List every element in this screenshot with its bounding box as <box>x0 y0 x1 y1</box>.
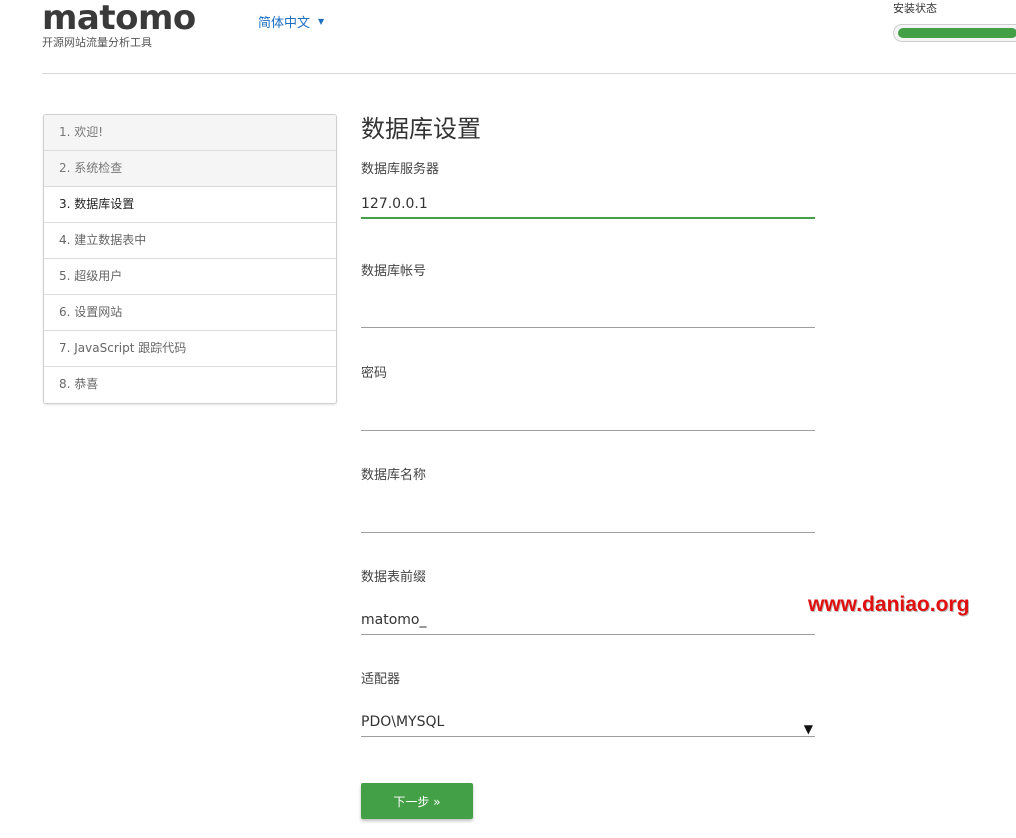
language-selector[interactable]: 简体中文 ▼ <box>258 12 324 31</box>
db-host-input[interactable]: 127.0.0.1 <box>361 189 815 219</box>
db-name-field: 数据库名称 <box>361 468 815 533</box>
install-progress-bar <box>893 24 1016 42</box>
adapter-select[interactable]: PDO\MYSQL ▼ <box>361 707 815 737</box>
dropdown-arrow-icon: ▼ <box>803 722 813 736</box>
install-progress-fill <box>898 28 1016 38</box>
db-name-input[interactable] <box>361 503 815 533</box>
install-status: 安装状态 <box>893 2 1016 42</box>
table-prefix-input[interactable]: matomo_ <box>361 605 815 635</box>
install-status-label: 安装状态 <box>893 2 937 15</box>
step-welcome: 1. 欢迎! <box>44 115 336 151</box>
db-password-input[interactable] <box>361 401 815 431</box>
next-button[interactable]: 下一步 » <box>361 783 473 819</box>
db-username-field: 数据库帐号 <box>361 264 815 328</box>
step-database-setup: 3. 数据库设置 <box>44 187 336 223</box>
logo-wordmark: matomo <box>42 0 196 38</box>
db-name-label: 数据库名称 <box>361 468 427 483</box>
logo-tagline: 开源网站流量分析工具 <box>42 36 152 49</box>
table-prefix-field: 数据表前缀 matomo_ <box>361 570 815 635</box>
caret-down-icon: ▼ <box>318 17 325 26</box>
db-host-label: 数据库服务器 <box>361 162 440 177</box>
step-setup-website: 6. 设置网站 <box>44 295 336 331</box>
step-superuser: 5. 超级用户 <box>44 259 336 295</box>
db-password-field: 密码 <box>361 366 815 431</box>
matomo-logo: matomo 开源网站流量分析工具 <box>42 0 196 50</box>
installation-steps: 1. 欢迎! 2. 系统检查 3. 数据库设置 4. 建立数据表中 5. 超级用… <box>43 114 337 404</box>
db-username-input[interactable] <box>361 298 815 328</box>
db-password-label: 密码 <box>361 366 388 381</box>
step-create-tables: 4. 建立数据表中 <box>44 223 336 259</box>
next-button-label: 下一步 » <box>393 794 441 809</box>
adapter-selected-value: PDO\MYSQL <box>361 714 445 730</box>
database-setup-form: 数据库设置 数据库服务器 127.0.0.1 数据库帐号 密码 数据库名称 数据… <box>361 112 815 737</box>
step-system-check: 2. 系统检查 <box>44 151 336 187</box>
adapter-label: 适配器 <box>361 672 401 687</box>
step-congratulations: 8. 恭喜 <box>44 367 336 403</box>
page-title: 数据库设置 <box>361 115 481 143</box>
step-tracking-code: 7. JavaScript 跟踪代码 <box>44 331 336 367</box>
watermark-text: www.daniao.org <box>808 593 970 616</box>
language-label: 简体中文 <box>258 16 311 31</box>
adapter-field: 适配器 PDO\MYSQL ▼ <box>361 672 815 737</box>
db-host-field: 数据库服务器 127.0.0.1 <box>361 162 815 219</box>
db-username-label: 数据库帐号 <box>361 264 427 279</box>
table-prefix-label: 数据表前缀 <box>361 570 427 585</box>
header-divider <box>42 73 1016 74</box>
installer-page: matomo 开源网站流量分析工具 简体中文 ▼ 安装状态 1. 欢迎! 2. … <box>0 0 1016 838</box>
